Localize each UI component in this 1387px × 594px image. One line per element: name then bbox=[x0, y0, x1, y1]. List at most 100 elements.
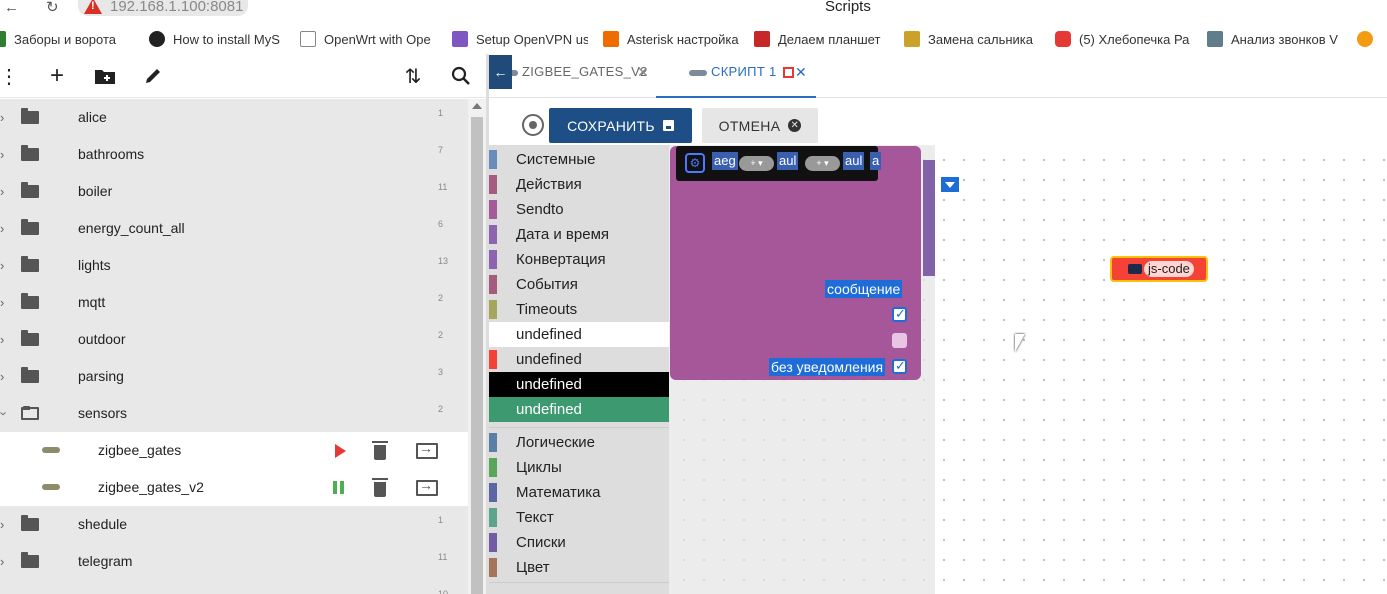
browser-address-bar: ← ↻ 192.168.1.100:8081 Scripts bbox=[0, 0, 1387, 20]
play-icon[interactable] bbox=[335, 444, 346, 458]
tree-folder-row[interactable]: 10 bbox=[0, 580, 468, 594]
bookmark-item[interactable]: Замена сальника bbox=[904, 30, 1040, 48]
toolbox-category[interactable]: undefined bbox=[489, 347, 669, 372]
bookmark-item[interactable]: Заборы и ворота bbox=[0, 30, 139, 48]
more-vert-icon[interactable]: ⋮ bbox=[0, 62, 23, 90]
toolbox-category[interactable]: События bbox=[489, 272, 669, 297]
mouse-cursor-icon bbox=[1015, 334, 1025, 352]
chevron-right-icon[interactable]: › bbox=[0, 332, 4, 347]
tree-folder-row[interactable]: › energy_count_all 6 bbox=[0, 210, 468, 247]
category-label: Конвертация bbox=[516, 251, 606, 268]
chevron-right-icon[interactable]: › bbox=[0, 258, 4, 273]
tab-zigbee-gates-v2[interactable]: ZIGBEE_GATES_V2 bbox=[500, 64, 648, 79]
bookmark-item[interactable]: Setup OpenVPN us bbox=[452, 30, 588, 48]
block-field-text[interactable]: aul bbox=[843, 152, 865, 170]
tree-folder-row[interactable]: › telegram 11 bbox=[0, 543, 468, 580]
category-label: Текст bbox=[516, 509, 554, 526]
bookmark-item[interactable]: Asterisk настройка bbox=[603, 30, 739, 48]
bookmark-item[interactable]: How to install MyS bbox=[149, 30, 283, 48]
no-notify-checkbox[interactable] bbox=[892, 358, 907, 374]
block-dropdown[interactable]: + ▾ bbox=[739, 156, 774, 171]
tab-close-icon[interactable]: ✕ bbox=[795, 64, 807, 81]
toolbox-category[interactable]: Timeouts bbox=[489, 297, 669, 322]
toolbox-category[interactable]: undefined bbox=[489, 372, 669, 397]
toolbox-category[interactable]: Логические bbox=[489, 430, 669, 455]
tree-folder-row[interactable]: › bathrooms 7 bbox=[0, 136, 468, 173]
tab-close-icon[interactable]: ✕ bbox=[637, 64, 649, 81]
add-folder-icon[interactable] bbox=[91, 62, 119, 90]
bookmark-item[interactable]: (5) Хлебопечка Ра bbox=[1055, 30, 1191, 48]
bookmark-item[interactable]: OpenWrt with Ope bbox=[300, 30, 434, 48]
chevron-right-icon[interactable]: › bbox=[0, 147, 4, 162]
option-checkbox[interactable] bbox=[892, 333, 907, 348]
chevron-right-icon[interactable]: › bbox=[0, 221, 4, 236]
folder-count: 2 bbox=[438, 404, 444, 414]
toolbox-category[interactable]: Дата и время bbox=[489, 222, 669, 247]
toolbox-category[interactable]: Математика bbox=[489, 480, 669, 505]
chevron-right-icon[interactable]: › bbox=[0, 295, 4, 310]
collapse-tree-button[interactable]: ← bbox=[489, 55, 512, 89]
chevron-right-icon[interactable]: › bbox=[0, 369, 4, 384]
toolbox-category[interactable]: Действия bbox=[489, 172, 669, 197]
toolbox-category[interactable]: Циклы bbox=[489, 455, 669, 480]
edit-icon[interactable] bbox=[139, 62, 167, 90]
trash-icon[interactable] bbox=[372, 478, 388, 497]
category-swatch bbox=[489, 433, 497, 452]
bookmark-item[interactable] bbox=[1357, 30, 1381, 48]
dropdown-arrow-icon[interactable] bbox=[941, 177, 959, 192]
scroll-up-arrow-icon[interactable] bbox=[472, 103, 482, 109]
pause-icon[interactable] bbox=[333, 481, 353, 501]
message-checkbox[interactable] bbox=[892, 306, 907, 322]
toolbox-category[interactable]: Цвет bbox=[489, 555, 669, 580]
block-dropdown[interactable]: + ▾ bbox=[805, 156, 840, 171]
toolbox-category[interactable]: Текст bbox=[489, 505, 669, 530]
tree-folder-row[interactable]: › shedule 1 bbox=[0, 506, 468, 543]
sendto-block[interactable] bbox=[670, 146, 921, 380]
export-icon[interactable] bbox=[416, 440, 438, 459]
add-icon[interactable]: + bbox=[43, 62, 71, 90]
tree-folder-row[interactable]: › lights 13 bbox=[0, 247, 468, 284]
tree-folder-row[interactable]: › outdoor 2 bbox=[0, 321, 468, 358]
block-field-text[interactable]: aul bbox=[777, 152, 799, 170]
toolbox-category[interactable]: Конвертация bbox=[489, 247, 669, 272]
puzzle-icon bbox=[1128, 264, 1142, 274]
tree-folder-row[interactable]: › mqtt 2 bbox=[0, 284, 468, 321]
trash-icon[interactable] bbox=[372, 441, 388, 460]
gear-icon[interactable]: ⚙ bbox=[685, 153, 705, 173]
bookmark-item[interactable]: Анализ звонков V bbox=[1207, 30, 1343, 48]
export-icon[interactable] bbox=[416, 477, 438, 496]
tree-folder-row[interactable]: › alice 1 bbox=[0, 99, 468, 136]
bookmark-item[interactable]: Делаем планшет bbox=[754, 30, 888, 48]
back-arrow-icon[interactable]: ← bbox=[4, 0, 19, 16]
save-button[interactable]: СОХРАНИТЬ bbox=[549, 108, 692, 143]
cancel-button[interactable]: ОТМЕНА ✕ bbox=[702, 108, 818, 143]
url-text[interactable]: 192.168.1.100:8081 bbox=[110, 0, 243, 15]
blockly-toolbox: Системные Действия Sendto Дата и время К… bbox=[489, 145, 669, 594]
tree-scrollbar-thumb[interactable] bbox=[471, 117, 483, 594]
chevron-right-icon[interactable]: › bbox=[0, 110, 4, 125]
tree-folder-row[interactable]: › parsing 3 bbox=[0, 358, 468, 395]
toolbox-category[interactable]: Списки bbox=[489, 530, 669, 555]
not-secure-warning-icon[interactable] bbox=[84, 0, 102, 14]
toolbox-category[interactable]: undefined bbox=[489, 397, 669, 422]
script-row[interactable]: zigbee_gates bbox=[0, 432, 468, 469]
block-field-text[interactable]: a bbox=[870, 152, 882, 170]
block-field-text[interactable]: aeg bbox=[712, 152, 738, 170]
reload-icon[interactable]: ↻ bbox=[46, 0, 59, 16]
script-row[interactable]: zigbee_gates_v2 bbox=[0, 469, 468, 506]
search-icon[interactable] bbox=[447, 62, 475, 90]
tree-folder-row[interactable]: › boiler 11 bbox=[0, 173, 468, 210]
chevron-right-icon[interactable]: › bbox=[0, 517, 4, 532]
no-notify-label: без уведомления bbox=[769, 358, 886, 376]
chevron-down-icon[interactable]: › bbox=[0, 411, 12, 415]
toolbox-category[interactable]: Системные bbox=[489, 147, 669, 172]
chevron-right-icon[interactable]: › bbox=[0, 184, 4, 199]
toolbox-category[interactable]: Sendto bbox=[489, 197, 669, 222]
chevron-right-icon[interactable]: › bbox=[0, 554, 4, 569]
target-icon[interactable] bbox=[522, 114, 544, 136]
sort-icon[interactable]: ⇅ bbox=[399, 62, 427, 90]
arrow-left-icon: ← bbox=[493, 64, 508, 80]
tab-script-1[interactable]: СКРИПТ 1 bbox=[689, 64, 795, 79]
toolbox-category[interactable]: undefined bbox=[489, 322, 669, 347]
tree-folder-row-open[interactable]: › sensors 2 bbox=[0, 395, 468, 432]
